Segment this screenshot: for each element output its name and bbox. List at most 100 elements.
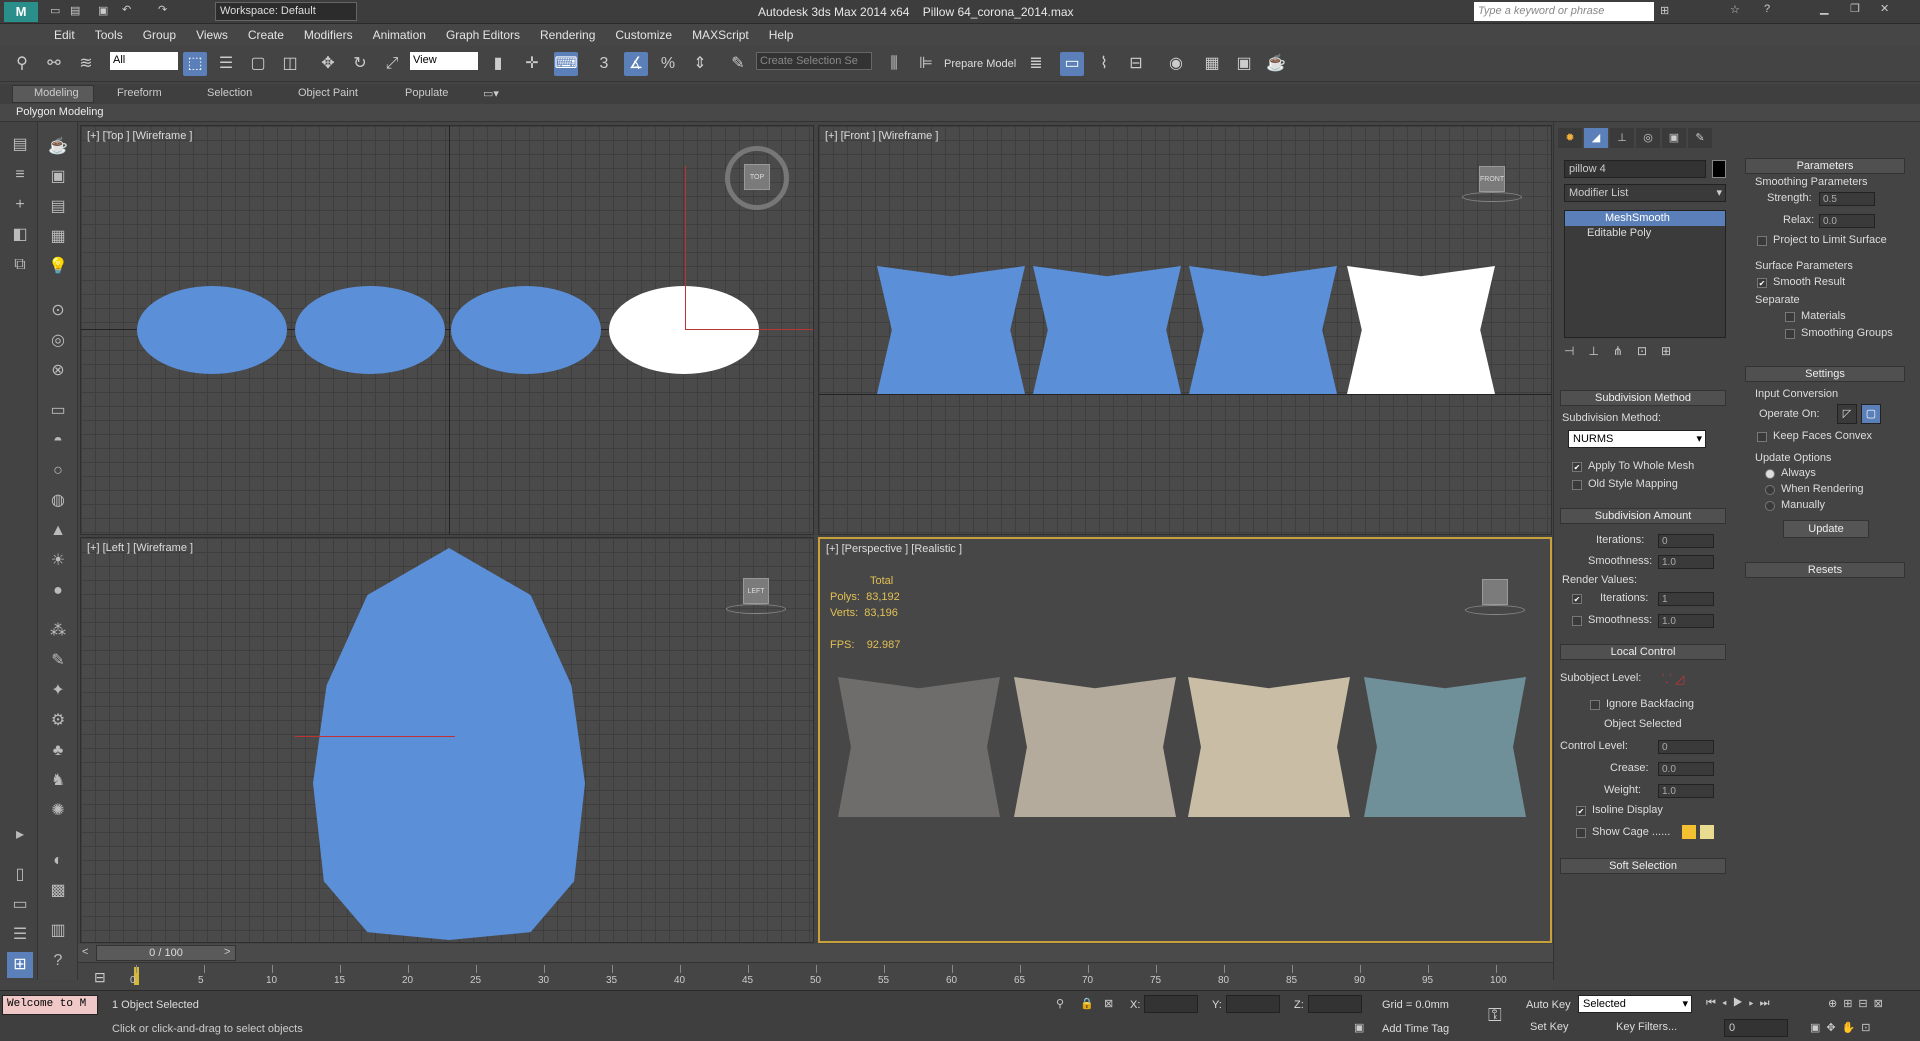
viewcube-ring[interactable] [726, 604, 786, 614]
vertex-icon[interactable]: ⸪ ◿ [1662, 670, 1684, 687]
render-teapot-icon[interactable]: ☕ [1264, 52, 1288, 76]
render-smoothness-spinner[interactable]: 1.0 [1658, 614, 1714, 628]
viewcube-top[interactable]: TOP [744, 164, 770, 190]
bind-space-warp-icon[interactable]: ≋ [74, 52, 98, 76]
manually-radio[interactable] [1765, 501, 1775, 511]
time-next-icon[interactable]: > [224, 946, 230, 958]
y-coordinate-field[interactable] [1226, 995, 1280, 1013]
strength-spinner[interactable]: 0.5 [1819, 192, 1875, 206]
operate-triangles-icon[interactable]: ◸ [1837, 404, 1857, 424]
subdivision-method-dropdown[interactable]: NURMS ▾ [1568, 430, 1706, 448]
layout-split-icon[interactable]: ▭ [7, 892, 33, 918]
render-iterations-spinner[interactable]: 1 [1658, 592, 1714, 606]
menu-edit[interactable]: Edit [44, 24, 85, 42]
viewport-persp-label[interactable]: [+] [Perspective ] [Realistic ] [826, 543, 962, 555]
display-tab-icon[interactable]: ▣ [1662, 128, 1686, 148]
rotate-icon[interactable]: ↻ [348, 52, 372, 76]
viewport-top[interactable]: [+] [Top ] [Wireframe ] TOP [80, 125, 814, 535]
viewcube-ring[interactable] [1465, 605, 1525, 615]
materials-checkbox[interactable] [1785, 312, 1795, 322]
material-editor-icon[interactable]: ◉ [1164, 52, 1188, 76]
set-key-button[interactable]: Set Key [1530, 1021, 1569, 1033]
tab-selection[interactable]: Selection [207, 87, 252, 99]
question-icon[interactable]: ? [45, 948, 71, 974]
pillow-render-cream[interactable] [1188, 677, 1350, 817]
time-tag-icon[interactable]: ▣ [1354, 1021, 1364, 1034]
motion-tab-icon[interactable]: ◎ [1636, 128, 1660, 148]
viewcube-ring[interactable] [1462, 192, 1522, 202]
viewport-front[interactable]: [+] [Front ] [Wireframe ] FRONT [818, 125, 1552, 535]
viewport-front-label[interactable]: [+] [Front ] [Wireframe ] [825, 130, 938, 142]
show-cage-checkbox[interactable] [1576, 828, 1586, 838]
close-icon[interactable]: ✕ [1880, 2, 1889, 15]
x-coordinate-field[interactable] [1144, 995, 1198, 1013]
cage-selected-color-swatch[interactable] [1700, 825, 1714, 839]
camera-icon[interactable]: ⊙ [45, 298, 71, 324]
selection-tools-icon[interactable]: ⧉ [7, 252, 33, 278]
edit-named-selection-icon[interactable]: ✎ [726, 52, 750, 76]
sound-icon[interactable]: ◎ [45, 328, 71, 354]
manipulate-icon[interactable]: ✛ [520, 52, 544, 76]
compass-icon[interactable]: ✦ [45, 678, 71, 704]
angle-snap-icon[interactable]: ∡ [624, 52, 648, 76]
reference-coordinate-dropdown[interactable]: View [410, 52, 478, 70]
window-crossing-icon[interactable]: ◫ [278, 52, 302, 76]
list-icon[interactable]: ▤ [45, 194, 71, 220]
layer-explorer-icon[interactable]: ▤ [7, 132, 33, 158]
layer-icon[interactable]: ≣ [1024, 52, 1048, 76]
menu-create[interactable]: Create [238, 24, 294, 42]
tab-object-paint[interactable]: Object Paint [298, 87, 358, 99]
plant-icon[interactable]: ♣ [45, 738, 71, 764]
polygon-modeling-label[interactable]: Polygon Modeling [16, 106, 103, 118]
old-style-mapping-checkbox[interactable] [1572, 480, 1582, 490]
menu-help[interactable]: Help [759, 24, 804, 42]
redo-icon[interactable]: ↷ [158, 3, 167, 16]
render-setup-icon[interactable]: ▦ [1200, 52, 1224, 76]
prepare-model-label[interactable]: Prepare Model [944, 58, 1016, 70]
binoculars-icon[interactable]: ⊞ [1660, 4, 1669, 17]
select-object-icon[interactable]: ⬚ [183, 52, 207, 76]
apply-whole-mesh-checkbox[interactable]: ✔ [1572, 462, 1582, 472]
lock-icon[interactable]: 🔒 [1080, 997, 1094, 1010]
undo-icon[interactable]: ↶ [122, 3, 131, 16]
absolute-mode-icon[interactable]: ⊠ [1104, 997, 1113, 1010]
object-name-field[interactable]: pillow 4 [1564, 160, 1706, 178]
sphere-icon[interactable]: ● [45, 578, 71, 604]
iterations-spinner[interactable]: 0 [1658, 534, 1714, 548]
maxscript-listener[interactable]: Welcome to M [2, 995, 98, 1015]
stack-item-meshsmooth[interactable]: MeshSmooth [1565, 211, 1725, 226]
time-slider[interactable]: < 0 / 100 > [78, 944, 1553, 962]
scale-icon[interactable]: ⤢ [380, 52, 404, 76]
create-plus-icon[interactable]: + [7, 192, 33, 218]
object-color-swatch[interactable] [1712, 160, 1726, 178]
rollout-settings[interactable]: Settings [1745, 366, 1905, 382]
current-frame-field[interactable]: 0 [1724, 1019, 1788, 1037]
material-sphere-icon[interactable]: ◐ [45, 848, 71, 874]
rollout-parameters[interactable]: Parameters [1745, 158, 1905, 174]
menu-rendering[interactable]: Rendering [530, 24, 605, 42]
workspace-dropdown[interactable]: Workspace: Default [215, 2, 357, 21]
modifier-list-dropdown[interactable]: Modifier List ▾ [1564, 184, 1726, 202]
smoothing-groups-checkbox[interactable] [1785, 329, 1795, 339]
layout-triple-icon[interactable]: ☰ [7, 922, 33, 948]
track-bar-icon[interactable]: ⊟ [94, 969, 106, 986]
graphite-toggle-icon[interactable]: ▭ [1060, 52, 1084, 76]
cage-color-swatch[interactable] [1682, 825, 1696, 839]
viewcube-persp[interactable] [1482, 579, 1508, 605]
expand-arrow-icon[interactable]: ▸ [7, 822, 33, 848]
curve-editor-icon[interactable]: ⌇ [1092, 52, 1116, 76]
layout-quad-icon[interactable]: ⊞ [7, 952, 33, 978]
rollout-soft-selection[interactable]: Soft Selection [1560, 858, 1726, 874]
bone-icon[interactable]: ⊗ [45, 358, 71, 384]
cone-icon[interactable]: ▲ [45, 518, 71, 544]
pillow-render-teal[interactable] [1364, 677, 1526, 817]
isolate-icon[interactable]: ⚲ [1056, 997, 1064, 1010]
z-coordinate-field[interactable] [1308, 995, 1362, 1013]
crease-spinner[interactable]: 0.0 [1658, 762, 1714, 776]
pillow-side-wire[interactable] [313, 548, 585, 940]
time-slider-thumb[interactable]: 0 / 100 [96, 945, 236, 961]
menu-animation[interactable]: Animation [363, 24, 436, 42]
create-tab-icon[interactable]: ✹ [1558, 128, 1582, 148]
pillow-selected[interactable] [1347, 266, 1495, 394]
save-icon[interactable]: ▣ [98, 4, 108, 17]
